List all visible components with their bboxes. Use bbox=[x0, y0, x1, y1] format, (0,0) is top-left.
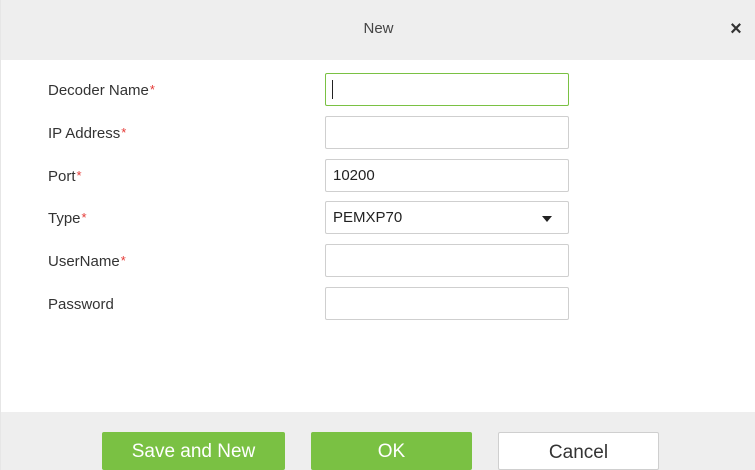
port-label-text: Port bbox=[48, 168, 76, 185]
ip-address-label-text: IP Address bbox=[48, 125, 121, 142]
close-icon[interactable]: × bbox=[726, 18, 746, 40]
username-label: UserName* bbox=[48, 253, 126, 270]
required-mark: * bbox=[121, 125, 127, 140]
save-and-new-button[interactable]: Save and New bbox=[102, 432, 285, 470]
type-label: Type* bbox=[48, 210, 87, 227]
ip-address-input[interactable] bbox=[325, 116, 569, 149]
decoder-name-label-text: Decoder Name bbox=[48, 82, 149, 99]
ok-button[interactable]: OK bbox=[311, 432, 472, 470]
chevron-down-icon bbox=[542, 216, 552, 222]
password-label: Password bbox=[48, 296, 114, 313]
dialog-titlebar: New × bbox=[1, 0, 755, 60]
required-mark: * bbox=[120, 253, 126, 268]
decoder-name-input[interactable] bbox=[325, 73, 569, 106]
password-input[interactable] bbox=[325, 287, 569, 320]
required-mark: * bbox=[81, 210, 87, 225]
type-select[interactable]: PEMXP70 bbox=[325, 201, 569, 234]
required-mark: * bbox=[149, 82, 155, 97]
cancel-button[interactable]: Cancel bbox=[498, 432, 659, 470]
port-label: Port* bbox=[48, 168, 82, 185]
new-decoder-dialog: New × Decoder Name* IP Address* Port* Ty… bbox=[0, 0, 755, 470]
dialog-title: New bbox=[363, 20, 394, 37]
decoder-name-label: Decoder Name* bbox=[48, 82, 155, 99]
type-label-text: Type bbox=[48, 210, 81, 227]
port-input[interactable] bbox=[325, 159, 569, 192]
password-label-text: Password bbox=[48, 296, 114, 313]
username-input[interactable] bbox=[325, 244, 569, 277]
required-mark: * bbox=[76, 168, 82, 183]
username-label-text: UserName bbox=[48, 253, 120, 270]
ip-address-label: IP Address* bbox=[48, 125, 126, 142]
type-select-value: PEMXP70 bbox=[333, 209, 403, 226]
text-caret bbox=[332, 80, 333, 99]
